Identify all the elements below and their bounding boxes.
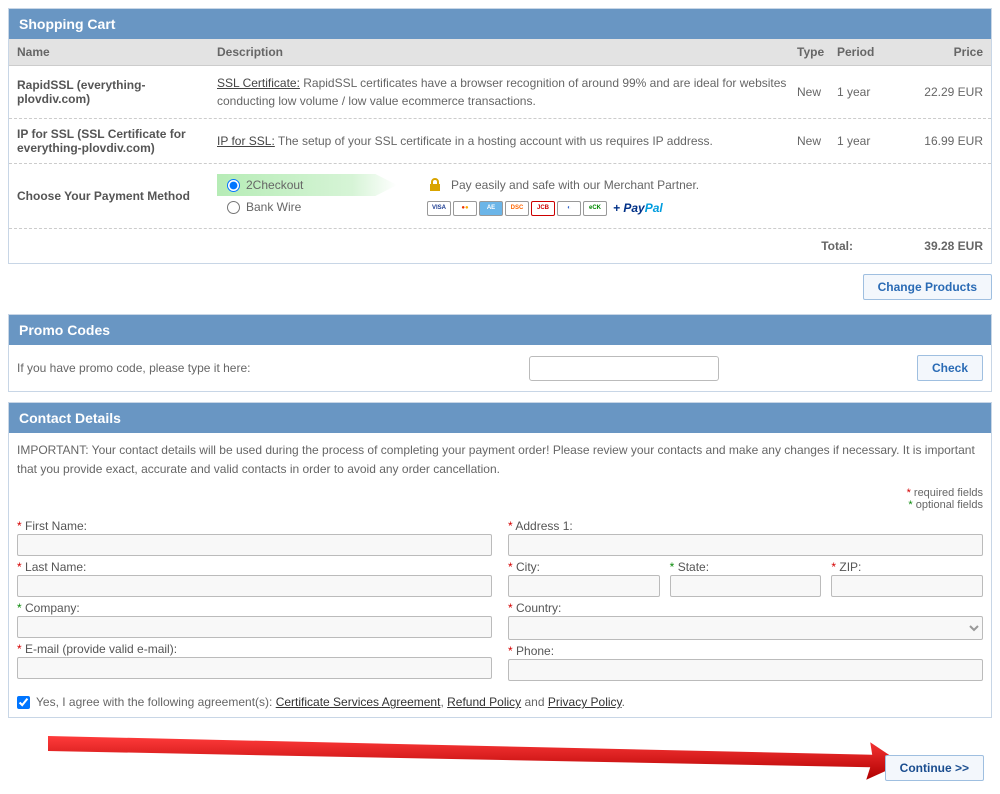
desc-label: IP for SSL:	[217, 134, 275, 148]
item-type: New	[797, 134, 837, 148]
state-label: * State:	[670, 560, 822, 574]
zip-label: * ZIP:	[831, 560, 983, 574]
echeck-icon: eCK	[583, 201, 607, 216]
diners-icon: ◐	[557, 201, 581, 216]
city-input[interactable]	[508, 575, 660, 597]
cart-table-header: Name Description Type Period Price	[9, 39, 991, 66]
item-price: 22.29 EUR	[893, 85, 983, 99]
required-hint: required fields	[914, 487, 983, 499]
payment-options: 2Checkout Bank Wire	[217, 174, 397, 218]
promo-input[interactable]	[529, 356, 719, 381]
contact-title: Contact Details	[9, 403, 991, 433]
promo-body: If you have promo code, please type it h…	[9, 345, 991, 391]
zip-input[interactable]	[831, 575, 983, 597]
agree-text: Yes, I agree with the following agreemen…	[36, 695, 625, 709]
radio-label: 2Checkout	[246, 178, 303, 192]
contact-form: * First Name: * Last Name: * Company: * …	[17, 519, 983, 685]
visa-icon: VISA	[427, 201, 451, 216]
item-desc: IP for SSL: The setup of your SSL certif…	[217, 132, 797, 150]
agree-checkbox[interactable]	[17, 696, 30, 709]
payment-label: Choose Your Payment Method	[17, 189, 217, 203]
address-label: * Address 1:	[508, 519, 983, 533]
lock-icon	[427, 177, 443, 193]
phone-input[interactable]	[508, 659, 983, 681]
col-type: Type	[797, 45, 837, 59]
col-desc: Description	[217, 45, 797, 59]
state-input[interactable]	[670, 575, 822, 597]
item-period: 1 year	[837, 85, 893, 99]
country-label: * Country:	[508, 601, 983, 615]
first-name-input[interactable]	[17, 534, 492, 556]
payment-blurb-text: Pay easily and safe with our Merchant Pa…	[451, 178, 699, 192]
radio-label: Bank Wire	[246, 200, 301, 214]
legend: * required fields * optional fields	[17, 487, 983, 511]
promo-check-button[interactable]: Check	[917, 355, 983, 381]
address-input[interactable]	[508, 534, 983, 556]
desc-label: SSL Certificate:	[217, 76, 300, 90]
payment-blurb: Pay easily and safe with our Merchant Pa…	[427, 177, 699, 216]
contact-panel: Contact Details IMPORTANT: Your contact …	[8, 402, 992, 718]
change-products-button[interactable]: Change Products	[863, 274, 992, 300]
amex-icon: AE	[479, 201, 503, 216]
item-name: RapidSSL (everything-plovdiv.com)	[17, 78, 217, 106]
item-price: 16.99 EUR	[893, 134, 983, 148]
discover-icon: DSC	[505, 201, 529, 216]
table-row: RapidSSL (everything-plovdiv.com) SSL Ce…	[9, 66, 991, 119]
continue-button[interactable]: Continue >>	[885, 755, 984, 781]
item-desc: SSL Certificate: RapidSSL certificates h…	[217, 74, 797, 110]
desc-text: The setup of your SSL certificate in a h…	[275, 134, 713, 148]
item-period: 1 year	[837, 134, 893, 148]
payment-cards: VISA ●● AE DSC JCB ◐ eCK + PayPal	[427, 201, 663, 216]
total-label: Total:	[17, 239, 893, 253]
company-label: * Company:	[17, 601, 492, 615]
payment-option-bankwire[interactable]: Bank Wire	[217, 196, 397, 218]
mastercard-icon: ●●	[453, 201, 477, 216]
change-products-wrap: Change Products	[8, 274, 992, 300]
desc-text: RapidSSL certificates have a browser rec…	[217, 76, 786, 108]
total-value: 39.28 EUR	[893, 239, 983, 253]
item-name: IP for SSL (SSL Certificate for everythi…	[17, 127, 217, 155]
contact-notice: IMPORTANT: Your contact details will be …	[17, 441, 983, 479]
shopping-cart-panel: Shopping Cart Name Description Type Peri…	[8, 8, 992, 264]
agree-row: Yes, I agree with the following agreemen…	[17, 695, 983, 709]
link-privacy-policy[interactable]: Privacy Policy	[548, 695, 622, 709]
item-type: New	[797, 85, 837, 99]
promo-title: Promo Codes	[9, 315, 991, 345]
shopping-cart-title: Shopping Cart	[9, 9, 991, 39]
jcb-icon: JCB	[531, 201, 555, 216]
link-refund-policy[interactable]: Refund Policy	[447, 695, 521, 709]
optional-hint: optional fields	[916, 499, 983, 511]
phone-label: * Phone:	[508, 644, 983, 658]
radio-bankwire[interactable]	[227, 201, 240, 214]
table-row: IP for SSL (SSL Certificate for everythi…	[9, 119, 991, 164]
cart-total-row: Total: 39.28 EUR	[9, 229, 991, 263]
col-period: Period	[837, 45, 893, 59]
payment-method-row: Choose Your Payment Method 2Checkout Ban…	[9, 164, 991, 229]
promo-label: If you have promo code, please type it h…	[17, 361, 517, 375]
promo-panel: Promo Codes If you have promo code, plea…	[8, 314, 992, 392]
link-cert-agreement[interactable]: Certificate Services Agreement	[276, 695, 441, 709]
email-label: * E-mail (provide valid e-mail):	[17, 642, 492, 656]
payment-option-2checkout[interactable]: 2Checkout	[217, 174, 397, 196]
first-name-label: * First Name:	[17, 519, 492, 533]
last-name-input[interactable]	[17, 575, 492, 597]
last-name-label: * Last Name:	[17, 560, 492, 574]
email-input[interactable]	[17, 657, 492, 679]
col-name: Name	[17, 45, 217, 59]
company-input[interactable]	[17, 616, 492, 638]
radio-2checkout[interactable]	[227, 179, 240, 192]
paypal-text: + PayPal	[613, 201, 663, 215]
country-select[interactable]	[508, 616, 983, 640]
col-price: Price	[893, 45, 983, 59]
city-label: * City:	[508, 560, 660, 574]
